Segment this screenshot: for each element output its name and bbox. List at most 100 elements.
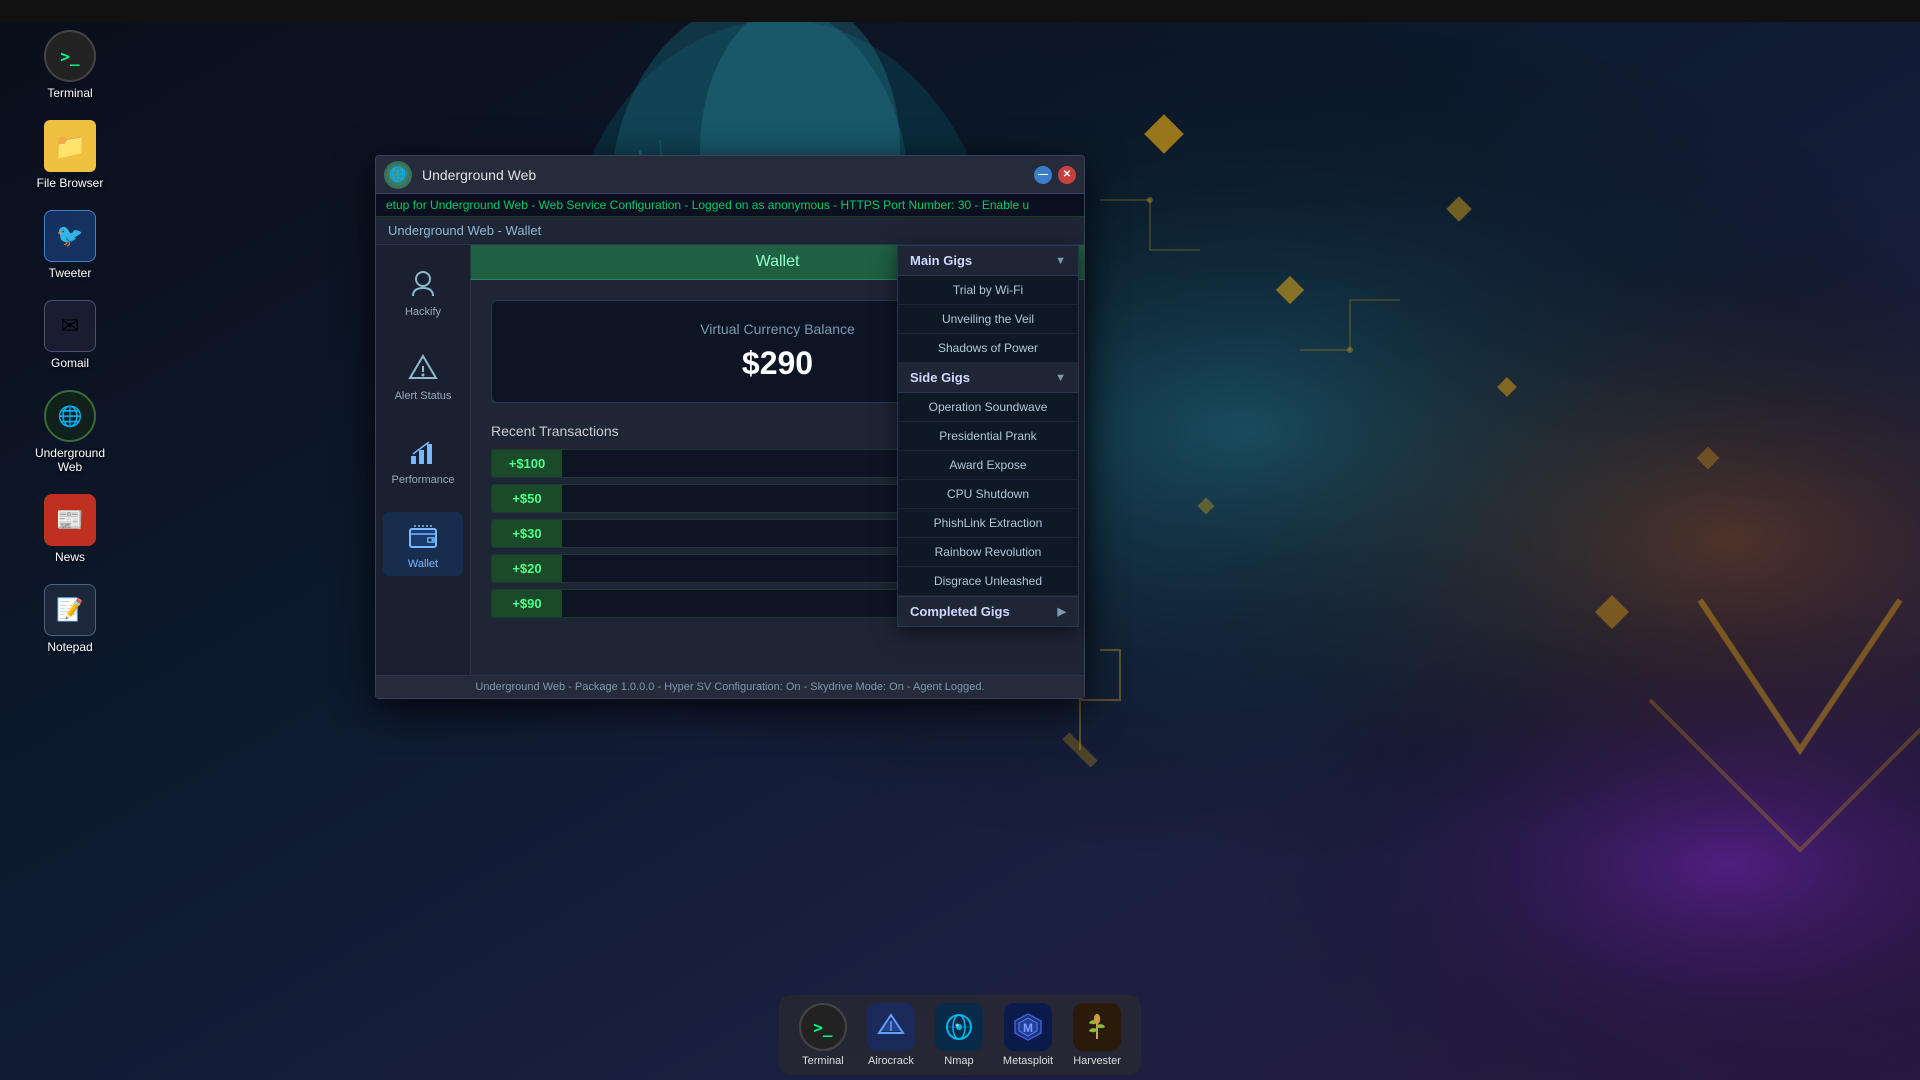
window-app-icon: 🌐 bbox=[384, 161, 412, 189]
desktop-icon-gomail[interactable]: ✉ Gomail bbox=[30, 300, 110, 370]
news-icon: 📰 bbox=[56, 507, 83, 533]
svg-text:M: M bbox=[1023, 1021, 1033, 1035]
underweb-icon: 🌐 bbox=[58, 404, 83, 429]
gig-shadows-power[interactable]: Shadows of Power bbox=[898, 334, 1078, 363]
gig-trial-wifi-label: Trial by Wi-Fi bbox=[953, 283, 1023, 297]
taskbar-metasploit-label: Metasploit bbox=[1003, 1055, 1053, 1067]
taskbar-terminal-symbol: >_ bbox=[813, 1018, 832, 1037]
gig-phishlink-extraction[interactable]: PhishLink Extraction bbox=[898, 509, 1078, 538]
completed-gigs-header[interactable]: Completed Gigs ▶ bbox=[898, 596, 1078, 626]
tx-amount-4: +$20 bbox=[492, 555, 562, 582]
window-close-button[interactable]: ✕ bbox=[1058, 166, 1076, 184]
main-gigs-arrow-icon: ▼ bbox=[1055, 255, 1066, 267]
gig-unveiling-veil-label: Unveiling the Veil bbox=[942, 312, 1034, 326]
gigs-panel: Main Gigs ▼ Trial by Wi-Fi Unveiling the… bbox=[897, 245, 1079, 627]
taskbar-harvester-label: Harvester bbox=[1073, 1055, 1121, 1067]
main-gigs-label: Main Gigs bbox=[910, 253, 972, 268]
tx-amount-5: +$90 bbox=[492, 590, 562, 617]
alert-status-label: Alert Status bbox=[395, 390, 452, 402]
notepad-icon: 📝 bbox=[56, 597, 83, 623]
tx-amount-3: +$30 bbox=[492, 520, 562, 547]
completed-gigs-label: Completed Gigs bbox=[910, 604, 1010, 619]
gig-cpu-shutdown-label: CPU Shutdown bbox=[947, 487, 1029, 501]
gig-award-expose-label: Award Expose bbox=[949, 458, 1026, 472]
desktop-icon-news[interactable]: 📰 News bbox=[30, 494, 110, 564]
window-icon-symbol: 🌐 bbox=[389, 166, 406, 183]
desktop-icons: >_ Terminal 📁 File Browser 🐦 Tweeter ✉ G… bbox=[30, 30, 110, 654]
window-controls: — ✕ bbox=[1034, 166, 1076, 184]
taskbar-harvester-icon bbox=[1073, 1003, 1121, 1051]
window-minimize-button[interactable]: — bbox=[1034, 166, 1052, 184]
performance-icon bbox=[405, 434, 441, 470]
hackify-label: Hackify bbox=[405, 306, 441, 318]
taskbar-terminal-icon: >_ bbox=[799, 1003, 847, 1051]
taskbar-harvester[interactable]: Harvester bbox=[1073, 1003, 1121, 1067]
gig-presidential-prank-label: Presidential Prank bbox=[939, 429, 1036, 443]
tx-amount-1: +$100 bbox=[492, 450, 562, 477]
gig-shadows-power-label: Shadows of Power bbox=[938, 341, 1038, 355]
tweeter-label: Tweeter bbox=[49, 266, 92, 280]
taskbar-nmap-label: Nmap bbox=[944, 1055, 973, 1067]
taskbar-nmap-icon bbox=[935, 1003, 983, 1051]
gig-disgrace-unleashed-label: Disgrace Unleashed bbox=[934, 574, 1042, 588]
gomail-label: Gomail bbox=[51, 356, 89, 370]
gig-operation-soundwave-label: Operation Soundwave bbox=[929, 400, 1048, 414]
wallet-label: Wallet bbox=[408, 558, 438, 570]
gig-rainbow-revolution[interactable]: Rainbow Revolution bbox=[898, 538, 1078, 567]
taskbar-metasploit[interactable]: M Metasploit bbox=[1003, 1003, 1053, 1067]
nav-sidebar: Hackify Alert Status bbox=[376, 245, 471, 675]
taskbar-terminal-label: Terminal bbox=[802, 1055, 844, 1067]
taskbar-bottom: >_ Terminal Airocrack bbox=[0, 990, 1920, 1080]
window-title: Underground Web bbox=[422, 167, 1034, 183]
desktop-icon-filebrowser[interactable]: 📁 File Browser bbox=[30, 120, 110, 190]
gig-award-expose[interactable]: Award Expose bbox=[898, 451, 1078, 480]
gig-cpu-shutdown[interactable]: CPU Shutdown bbox=[898, 480, 1078, 509]
nav-item-performance[interactable]: Performance bbox=[383, 428, 463, 492]
taskbar-top bbox=[0, 0, 1920, 22]
gig-trial-wifi[interactable]: Trial by Wi-Fi bbox=[898, 276, 1078, 305]
nav-item-alert-status[interactable]: Alert Status bbox=[383, 344, 463, 408]
gig-operation-soundwave[interactable]: Operation Soundwave bbox=[898, 393, 1078, 422]
gig-disgrace-unleashed[interactable]: Disgrace Unleashed bbox=[898, 567, 1078, 596]
desktop-icon-terminal[interactable]: >_ Terminal bbox=[30, 30, 110, 100]
app-panel-title: Underground Web - Wallet bbox=[388, 223, 1072, 244]
taskbar-airocrack[interactable]: Airocrack bbox=[867, 1003, 915, 1067]
ticker-bar: etup for Underground Web - Web Service C… bbox=[376, 194, 1084, 217]
hackify-icon bbox=[405, 266, 441, 302]
tx-amount-2: +$50 bbox=[492, 485, 562, 512]
status-bar: Underground Web - Package 1.0.0.0 - Hype… bbox=[376, 675, 1084, 698]
gig-presidential-prank[interactable]: Presidential Prank bbox=[898, 422, 1078, 451]
side-gigs-label: Side Gigs bbox=[910, 370, 970, 385]
taskbar-airocrack-label: Airocrack bbox=[868, 1055, 914, 1067]
ticker-text: etup for Underground Web - Web Service C… bbox=[386, 198, 1029, 212]
taskbar-metasploit-icon: M bbox=[1004, 1003, 1052, 1051]
tweeter-icon: 🐦 bbox=[56, 223, 83, 249]
desktop-icon-underweb[interactable]: 🌐 Underground Web bbox=[30, 390, 110, 474]
gomail-icon: ✉ bbox=[61, 313, 79, 339]
side-gigs-arrow-icon: ▼ bbox=[1055, 372, 1066, 384]
gig-unveiling-veil[interactable]: Unveiling the Veil bbox=[898, 305, 1078, 334]
terminal-label: Terminal bbox=[47, 86, 92, 100]
filebrowser-icon: 📁 bbox=[54, 131, 86, 162]
gig-rainbow-revolution-label: Rainbow Revolution bbox=[935, 545, 1042, 559]
main-gigs-header[interactable]: Main Gigs ▼ bbox=[898, 246, 1078, 276]
taskbar-terminal[interactable]: >_ Terminal bbox=[799, 1003, 847, 1067]
side-gigs-header[interactable]: Side Gigs ▼ bbox=[898, 363, 1078, 393]
taskbar-airocrack-icon bbox=[867, 1003, 915, 1051]
window-titlebar: 🌐 Underground Web — ✕ bbox=[376, 156, 1084, 194]
completed-gigs-arrow-icon: ▶ bbox=[1058, 605, 1066, 618]
taskbar-nmap[interactable]: Nmap bbox=[935, 1003, 983, 1067]
terminal-icon: >_ bbox=[60, 47, 79, 66]
filebrowser-label: File Browser bbox=[37, 176, 104, 190]
notepad-label: Notepad bbox=[47, 640, 92, 654]
alert-status-icon bbox=[405, 350, 441, 386]
taskbar-inner: >_ Terminal Airocrack bbox=[779, 995, 1141, 1075]
underweb-label: Underground Web bbox=[30, 446, 110, 474]
app-topbar: Underground Web - Wallet bbox=[376, 217, 1084, 245]
nav-item-hackify[interactable]: Hackify bbox=[383, 260, 463, 324]
desktop-icon-tweeter[interactable]: 🐦 Tweeter bbox=[30, 210, 110, 280]
desktop-icon-notepad[interactable]: 📝 Notepad bbox=[30, 584, 110, 654]
nav-item-wallet[interactable]: Wallet bbox=[383, 512, 463, 576]
gig-phishlink-extraction-label: PhishLink Extraction bbox=[934, 516, 1043, 530]
performance-label: Performance bbox=[392, 474, 455, 486]
